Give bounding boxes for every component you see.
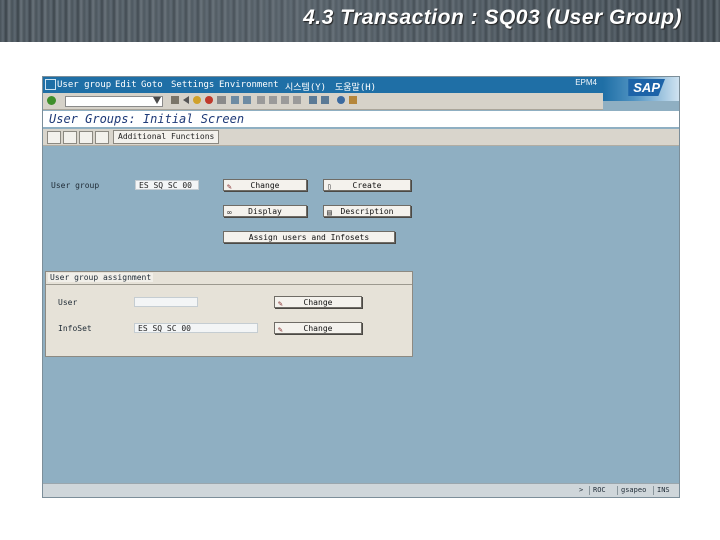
command-field[interactable] <box>65 96 163 107</box>
status-system: ROC <box>589 486 606 495</box>
print-icon[interactable] <box>217 96 226 104</box>
application-toolbar: Additional Functions <box>43 129 679 146</box>
infoset-label: InfoSet <box>58 324 92 333</box>
menu-goto[interactable]: Goto <box>141 80 163 90</box>
slide-title: 4.3 Transaction : SQ03 (User Group) <box>303 6 682 29</box>
first-page-icon[interactable] <box>257 96 265 104</box>
user-label: User <box>58 298 78 307</box>
help-icon[interactable] <box>337 96 345 104</box>
glasses-icon: ∞ <box>227 208 232 217</box>
create-button[interactable]: ▯ Create <box>323 179 411 191</box>
infoset-field[interactable]: ES_SQ_SC_00 <box>134 323 258 333</box>
screen-title: User Groups: Initial Screen <box>49 112 245 126</box>
save-icon[interactable] <box>171 96 179 104</box>
menu-edit[interactable]: Edit <box>115 80 137 90</box>
standard-toolbar <box>43 93 603 110</box>
enter-icon[interactable] <box>47 96 56 105</box>
user-change-button[interactable]: ✎ Change <box>274 296 362 308</box>
status-arrow[interactable]: > <box>579 486 583 495</box>
find-next-icon[interactable] <box>243 96 251 104</box>
shortcut-icon[interactable] <box>321 96 329 104</box>
last-page-icon[interactable] <box>293 96 301 104</box>
display-button[interactable]: ∞ Display <box>223 205 307 217</box>
status-bar: > ROC gsapeo INS <box>43 483 679 497</box>
copy-icon[interactable] <box>47 131 61 144</box>
description-icon: ▤ <box>327 208 332 217</box>
print-list-icon[interactable] <box>95 131 109 144</box>
back-icon[interactable] <box>183 96 189 104</box>
menu-settings[interactable]: Settings <box>171 80 214 90</box>
screen-title-bar: User Groups: Initial Screen <box>43 111 679 127</box>
pencil-icon: ✎ <box>278 325 283 334</box>
layout-menu-icon[interactable] <box>349 96 357 104</box>
user-group-label: User group <box>51 181 100 190</box>
user-id: EPM4 <box>575 78 597 87</box>
exit-icon[interactable] <box>193 96 201 104</box>
description-button[interactable]: ▤ Description <box>323 205 411 217</box>
menu-user-group[interactable]: User group <box>57 80 111 90</box>
user-group-field[interactable]: ES_SQ_SC_00 <box>135 180 199 190</box>
find-icon[interactable] <box>231 96 239 104</box>
additional-functions-button[interactable]: Additional Functions <box>113 130 220 144</box>
system-menu-icon[interactable] <box>45 79 56 90</box>
sap-logo: SAP <box>603 77 679 101</box>
glasses-icon[interactable] <box>63 131 77 144</box>
group-title: User group assignment <box>48 273 154 282</box>
cancel-icon[interactable] <box>205 96 213 104</box>
status-server: gsapeo <box>617 486 646 495</box>
infoset-change-button[interactable]: ✎ Change <box>274 322 362 334</box>
menu-system[interactable]: 시스템(Y) <box>285 80 326 93</box>
change-button[interactable]: ✎ Change <box>223 179 307 191</box>
pencil-icon: ✎ <box>278 299 283 308</box>
user-field[interactable] <box>134 297 198 307</box>
status-mode: INS <box>653 486 670 495</box>
group-divider <box>46 284 412 285</box>
user-group-assignment-box: User group assignment User ✎ Change InfoS… <box>45 271 413 357</box>
document-icon: ▯ <box>327 182 332 191</box>
new-session-icon[interactable] <box>309 96 317 104</box>
previous-page-icon[interactable] <box>269 96 277 104</box>
assign-users-infosets-button[interactable]: Assign users and Infosets <box>223 231 395 243</box>
pencil-icon: ✎ <box>227 182 232 191</box>
delete-icon[interactable] <box>79 131 93 144</box>
next-page-icon[interactable] <box>281 96 289 104</box>
menu-help[interactable]: 도움말(H) <box>335 80 376 93</box>
sap-window: User group Edit Goto Settings Environmen… <box>42 76 680 498</box>
menu-environment[interactable]: Environment <box>219 80 279 90</box>
